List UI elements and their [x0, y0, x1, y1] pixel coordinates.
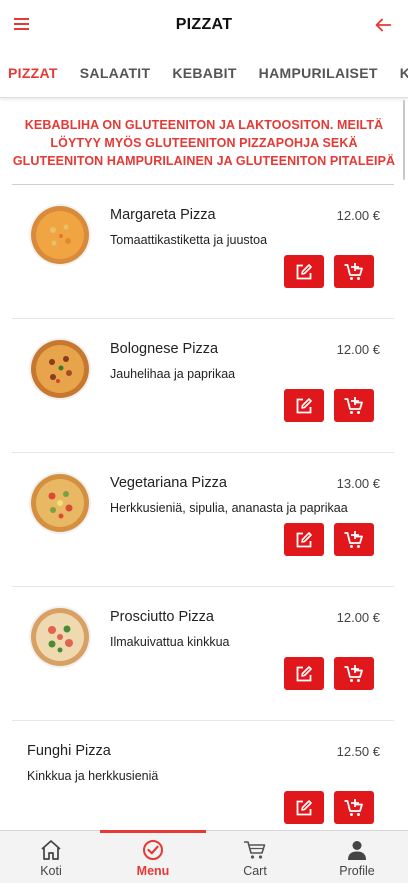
- nav-menu[interactable]: Menu: [100, 830, 206, 883]
- add-to-cart-button[interactable]: [334, 255, 374, 288]
- bottom-navigation: Koti Menu Cart Profile: [0, 830, 408, 883]
- hamburger-icon[interactable]: [12, 15, 32, 35]
- add-to-cart-button[interactable]: [334, 791, 374, 824]
- check-circle-icon: [143, 840, 163, 860]
- product-price: 12.50 €: [336, 744, 380, 759]
- nav-label: Cart: [243, 864, 267, 878]
- add-to-cart-button[interactable]: [334, 389, 374, 422]
- tab-hampurilaiset[interactable]: HAMPURILAISET: [251, 50, 378, 97]
- add-to-cart-icon: [344, 262, 363, 280]
- product-description: Ilmakuivattua kinkkua: [110, 635, 230, 649]
- edit-icon: [296, 665, 312, 681]
- add-to-cart-icon: [344, 396, 363, 414]
- arrow-left-icon[interactable]: [372, 14, 394, 36]
- product-price: 13.00 €: [336, 476, 380, 491]
- edit-button[interactable]: [284, 657, 324, 690]
- product-name: Bolognese Pizza: [110, 341, 219, 357]
- product-price: 12.00 €: [336, 342, 380, 357]
- edit-button[interactable]: [284, 389, 324, 422]
- product-description: Herkkusieniä, sipulia, ananasta ja papri…: [110, 501, 348, 515]
- product-price: 12.00 €: [336, 610, 380, 625]
- product-name: Vegetariana Pizza: [110, 475, 227, 491]
- scrollbar[interactable]: [403, 100, 405, 180]
- edit-icon: [296, 799, 312, 815]
- bolognese-pizza-image: [29, 338, 91, 400]
- edit-button[interactable]: [284, 255, 324, 288]
- nav-profile[interactable]: Profile: [306, 831, 408, 883]
- list-item: Bolognese Pizza Jauhelihaa ja paprikaa 1…: [0, 319, 408, 453]
- product-name: Margareta Pizza: [110, 207, 216, 223]
- nav-label: Menu: [136, 864, 170, 878]
- product-list: Margareta Pizza Tomaattikastiketta ja ju…: [0, 185, 408, 855]
- cart-icon: [244, 841, 266, 859]
- category-tabs: PIZZAT SALAATIT KEBABIT HAMPURILAISET KANA: [0, 50, 408, 98]
- product-price: 12.00 €: [336, 208, 380, 223]
- edit-icon: [296, 397, 312, 413]
- tab-pizzat[interactable]: PIZZAT: [0, 50, 58, 97]
- page-title: PIZZAT: [175, 16, 233, 33]
- product-description: Kinkkua ja herkkusieniä: [27, 769, 159, 783]
- edit-icon: [296, 531, 312, 547]
- list-item: Margareta Pizza Tomaattikastiketta ja ju…: [0, 185, 408, 319]
- tab-kebabit[interactable]: KEBABIT: [164, 50, 236, 97]
- add-to-cart-button[interactable]: [334, 657, 374, 690]
- add-to-cart-icon: [344, 798, 363, 816]
- nav-koti[interactable]: Koti: [0, 831, 102, 883]
- tab-kana[interactable]: KANA: [392, 50, 408, 97]
- person-icon: [348, 841, 366, 860]
- product-description: Jauhelihaa ja paprikaa: [110, 367, 236, 381]
- add-to-cart-icon: [344, 664, 363, 682]
- nav-label: Koti: [40, 864, 62, 878]
- edit-button[interactable]: [284, 791, 324, 824]
- vegetariana-pizza-image: [29, 472, 91, 534]
- prosciutto-pizza-image: [29, 606, 91, 668]
- gluten-notice: KEBABLIHA ON GLUTEENITON JA LAKTOOSITON.…: [12, 118, 396, 168]
- list-item: Prosciutto Pizza Ilmakuivattua kinkkua 1…: [0, 587, 408, 721]
- add-to-cart-button[interactable]: [334, 523, 374, 556]
- nav-label: Profile: [339, 864, 375, 878]
- product-description: Tomaattikastiketta ja juustoa: [110, 233, 268, 247]
- edit-icon: [296, 263, 312, 279]
- nav-cart[interactable]: Cart: [204, 831, 306, 883]
- product-name: Prosciutto Pizza: [110, 609, 214, 625]
- home-icon: [41, 840, 61, 860]
- tab-salaatit[interactable]: SALAATIT: [72, 50, 151, 97]
- app-header: PIZZAT: [0, 0, 408, 50]
- margareta-pizza-image: [29, 204, 91, 266]
- add-to-cart-icon: [344, 530, 363, 548]
- product-name: Funghi Pizza: [27, 743, 111, 759]
- list-item: Vegetariana Pizza Herkkusieniä, sipulia,…: [0, 453, 408, 587]
- edit-button[interactable]: [284, 523, 324, 556]
